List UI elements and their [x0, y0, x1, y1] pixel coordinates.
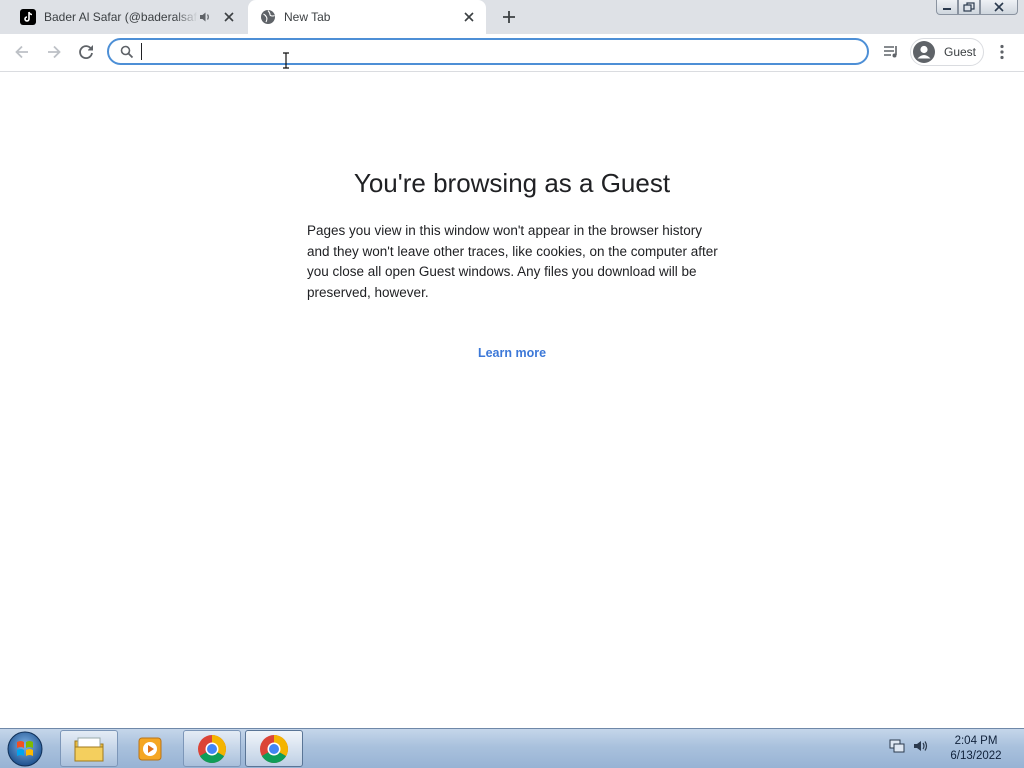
chrome-icon: [260, 734, 288, 763]
media-player-icon: [138, 737, 162, 760]
browser-toolbar: Guest: [0, 34, 1024, 72]
start-button-icon[interactable]: [5, 730, 45, 768]
tab-new-tab[interactable]: New Tab: [248, 0, 486, 34]
address-input[interactable]: [141, 42, 845, 63]
taskbar-media-player[interactable]: [121, 730, 179, 767]
menu-kebab-icon[interactable]: [992, 42, 1012, 62]
tab-title: Bader Al Safar (@baderalsafar: [44, 10, 198, 24]
learn-more-link[interactable]: Learn more: [0, 346, 1024, 360]
globe-icon: [261, 10, 275, 24]
close-tab-icon[interactable]: [222, 10, 236, 24]
file-explorer-icon: [74, 737, 104, 761]
volume-icon[interactable]: [912, 737, 930, 755]
minimize-button[interactable]: [936, 0, 958, 15]
guest-page: You're browsing as a Guest Pages you vie…: [0, 72, 1024, 728]
search-icon: [120, 45, 134, 59]
clock-time: 2:04 PM: [954, 735, 998, 747]
text-caret: [141, 43, 142, 60]
text-cursor-icon: [283, 52, 289, 69]
tiktok-icon: [20, 9, 36, 25]
system-tray: [888, 737, 930, 755]
back-arrow-icon[interactable]: [12, 42, 32, 62]
taskbar-file-explorer[interactable]: [60, 730, 118, 767]
network-icon[interactable]: [888, 737, 906, 755]
window-controls: [936, 0, 1018, 17]
page-title: You're browsing as a Guest: [353, 168, 671, 198]
tab-title: New Tab: [284, 10, 331, 24]
profile-label: Guest: [944, 45, 977, 59]
new-tab-plus-icon[interactable]: [498, 6, 520, 28]
address-bar[interactable]: [107, 38, 869, 65]
close-window-button[interactable]: [980, 0, 1018, 15]
taskbar: 2:04 PM 6/13/2022: [0, 728, 1024, 768]
avatar-icon: [913, 41, 935, 63]
restore-icon: [963, 2, 975, 12]
taskbar-clock[interactable]: 2:04 PM 6/13/2022: [940, 734, 1012, 764]
forward-arrow-icon[interactable]: [44, 42, 64, 62]
minimize-icon: [943, 8, 951, 10]
close-tab-icon[interactable]: [462, 10, 476, 24]
profile-chip[interactable]: Guest: [910, 38, 984, 66]
tab-strip: Bader Al Safar (@baderalsafar New Tab: [0, 0, 1024, 34]
speaker-icon[interactable]: [198, 10, 212, 24]
chrome-icon: [198, 734, 226, 763]
clock-date: 6/13/2022: [950, 750, 1002, 762]
media-control-icon[interactable]: [881, 42, 901, 62]
taskbar-chrome-1[interactable]: [183, 730, 241, 767]
tab-tiktok[interactable]: Bader Al Safar (@baderalsafar: [8, 0, 246, 34]
restore-button[interactable]: [958, 0, 980, 15]
taskbar-chrome-2[interactable]: [245, 730, 303, 767]
guest-description: Pages you view in this window won't appe…: [307, 223, 718, 300]
reload-icon[interactable]: [76, 42, 96, 62]
close-icon: [994, 2, 1004, 12]
